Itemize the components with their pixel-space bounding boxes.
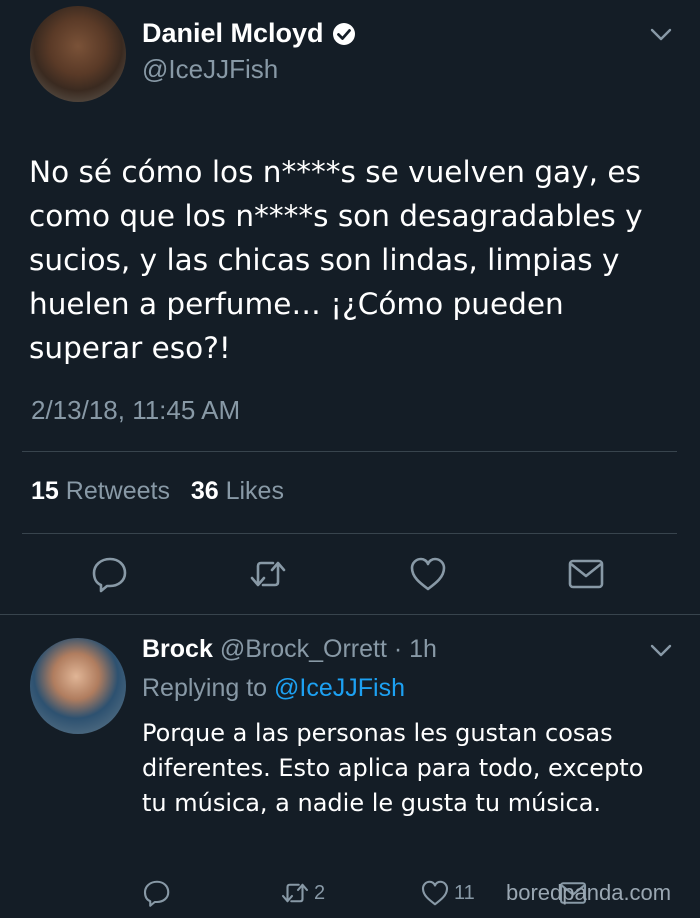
reply-like-button[interactable]: 11: [420, 878, 475, 908]
chevron-down-icon[interactable]: [650, 28, 672, 42]
verified-badge-icon: [332, 22, 355, 45]
replying-prefix: Replying to: [142, 674, 268, 702]
divider: [22, 451, 677, 452]
replying-mention[interactable]: @IceJJFish: [274, 674, 405, 702]
like-label[interactable]: Likes: [226, 477, 284, 505]
reply-icon[interactable]: [90, 554, 130, 594]
reply-reply-button[interactable]: [142, 878, 172, 908]
retweet-count[interactable]: 15: [31, 477, 59, 505]
reply-chevron-down-icon[interactable]: [650, 644, 672, 658]
retweet-icon: [281, 883, 309, 903]
author-avatar[interactable]: [30, 6, 126, 102]
tweet-stats: 15 Retweets 36 Likes: [31, 477, 284, 506]
reply-text: Porque a las personas les gustan cosas d…: [142, 719, 644, 817]
message-icon[interactable]: [566, 554, 606, 594]
reply-time: · 1h: [393, 635, 437, 663]
tweet-text: No sé cómo los n****s se vuelven gay, es…: [29, 155, 643, 365]
retweet-label[interactable]: Retweets: [66, 477, 170, 505]
replying-to: Replying to @IceJJFish: [142, 674, 405, 703]
like-icon[interactable]: [408, 554, 448, 594]
reply-retweet-count: 2: [314, 881, 326, 904]
reply-author-row[interactable]: Brock @Brock_Orrett · 1h: [142, 635, 437, 664]
divider: [0, 614, 700, 615]
like-icon: [421, 880, 449, 906]
reply-like-count: 11: [454, 881, 475, 904]
divider: [22, 533, 677, 534]
author-name-row[interactable]: Daniel Mcloyd: [142, 18, 356, 49]
retweet-icon[interactable]: [248, 554, 288, 594]
reply-author-avatar[interactable]: [30, 638, 126, 734]
watermark: boredpanda.com: [506, 880, 672, 905]
tweet-timestamp: 2/13/18, 11:45 AM: [31, 395, 241, 425]
reply-author-handle[interactable]: @Brock_Orrett: [220, 635, 387, 663]
reply-author-name[interactable]: Brock: [142, 635, 213, 663]
reply-retweet-button[interactable]: 2: [280, 878, 325, 908]
author-name[interactable]: Daniel Mcloyd: [142, 18, 324, 49]
author-handle[interactable]: @IceJJFish: [142, 54, 278, 85]
like-count[interactable]: 36: [191, 477, 219, 505]
reply-icon: [143, 880, 170, 907]
